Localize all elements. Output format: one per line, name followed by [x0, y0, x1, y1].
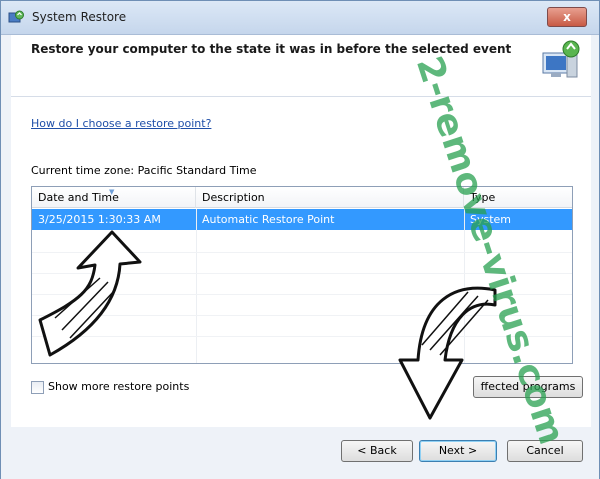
show-more-checkbox[interactable] — [31, 381, 44, 394]
cell-date-time: 3/25/2015 1:30:33 AM — [38, 213, 161, 226]
show-more-label[interactable]: Show more restore points — [48, 380, 189, 393]
header-band: Restore your computer to the state it wa… — [11, 35, 591, 97]
timezone-label: Current time zone: Pacific Standard Time — [31, 164, 257, 177]
grid-divider — [196, 209, 197, 363]
sort-arrow-icon: ▼ — [109, 188, 115, 196]
system-restore-icon — [542, 40, 580, 78]
grid-divider — [32, 336, 572, 337]
window-title: System Restore — [32, 10, 127, 24]
system-restore-window: System Restore x Restore your computer t… — [0, 0, 600, 479]
back-button[interactable]: < Back — [341, 440, 413, 462]
close-icon: x — [563, 10, 571, 24]
cell-description: Automatic Restore Point — [202, 213, 335, 226]
system-restore-app-icon — [8, 10, 24, 23]
next-button[interactable]: Next > — [419, 440, 497, 462]
close-button[interactable]: x — [547, 7, 587, 27]
help-link[interactable]: How do I choose a restore point? — [31, 117, 211, 130]
column-header-description[interactable]: Description — [196, 187, 464, 208]
title-bar[interactable]: System Restore x — [1, 1, 599, 35]
